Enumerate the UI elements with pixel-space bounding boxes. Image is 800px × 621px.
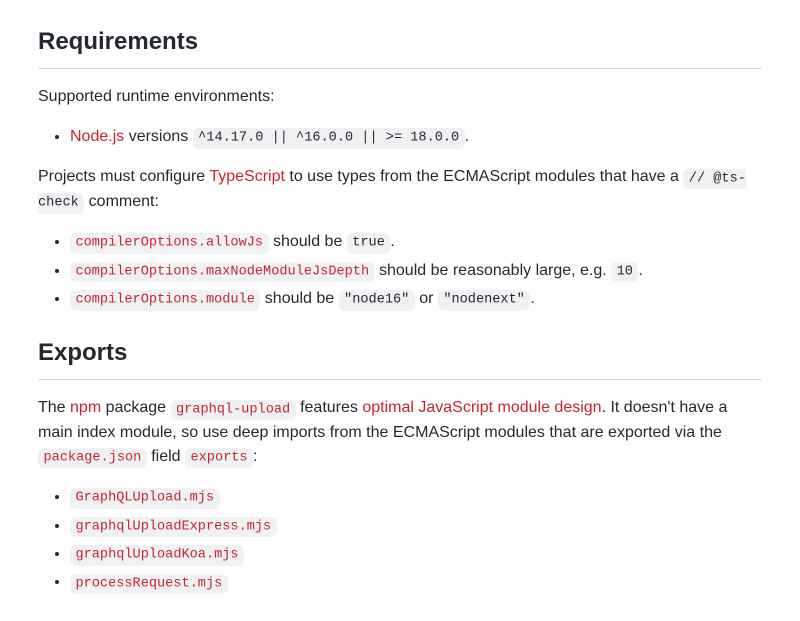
module-or: or — [415, 290, 438, 307]
module-item-graphqlupload: GraphQLUpload.mjs — [70, 485, 762, 509]
module-item-express: graphqlUploadExpress.mjs — [70, 514, 762, 538]
graphqlupload-link[interactable]: GraphQLUpload.mjs — [70, 488, 220, 505]
exp-mid2: features — [296, 399, 363, 416]
requirements-heading: Requirements — [38, 24, 762, 69]
ts-pre: Projects must configure — [38, 168, 209, 185]
module-tail: . — [530, 290, 534, 307]
design-link[interactable]: optimal JavaScript module design — [362, 399, 601, 416]
maxdepth-code: compilerOptions.maxNodeModuleJsDepth — [70, 262, 375, 282]
exp-tail: : — [253, 448, 257, 465]
versions-code: ^14.17.0 || ^16.0.0 || >= 18.0.0 — [193, 128, 465, 148]
runtime-list: Node.js versions ^14.17.0 || ^16.0.0 || … — [38, 125, 762, 149]
processrequest-link[interactable]: processRequest.mjs — [70, 573, 228, 590]
module-link[interactable]: compilerOptions.module — [70, 290, 260, 307]
true-code: true — [347, 233, 391, 253]
exp-mid1: package — [101, 399, 170, 416]
allowjs-code: compilerOptions.allowJs — [70, 233, 269, 253]
period: . — [465, 128, 469, 145]
exp-pre: The — [38, 399, 70, 416]
allowjs-mid: should be — [269, 233, 347, 250]
graphql-upload-link[interactable]: graphql-upload — [171, 399, 296, 416]
module-item-koa: graphqlUploadKoa.mjs — [70, 542, 762, 566]
compiler-options-list: compilerOptions.allowJs should be true. … — [38, 230, 762, 311]
nodenext-code: "nodenext" — [438, 290, 530, 310]
typescript-link[interactable]: TypeScript — [209, 168, 285, 185]
nodejs-link[interactable]: Node.js — [70, 128, 124, 145]
exports-field-link[interactable]: exports — [185, 448, 253, 465]
ts-post: to use types from the ECMAScript modules… — [285, 168, 683, 185]
packagejson-link[interactable]: package.json — [38, 448, 147, 465]
module-code: compilerOptions.module — [70, 290, 260, 310]
exports-description: The npm package graphql-upload features … — [38, 396, 762, 469]
exports-heading: Exports — [38, 335, 762, 380]
exports-code: exports — [185, 448, 253, 468]
compiler-option-maxdepth: compilerOptions.maxNodeModuleJsDepth sho… — [70, 259, 762, 283]
node16-code: "node16" — [339, 290, 415, 310]
compiler-option-allowjs: compilerOptions.allowJs should be true. — [70, 230, 762, 254]
npm-link[interactable]: npm — [70, 399, 101, 416]
graphql-upload-code: graphql-upload — [171, 400, 296, 420]
processrequest-code: processRequest.mjs — [70, 574, 228, 594]
graphqlupload-code: GraphQLUpload.mjs — [70, 488, 220, 508]
compiler-option-module: compilerOptions.module should be "node16… — [70, 287, 762, 311]
express-link[interactable]: graphqlUploadExpress.mjs — [70, 517, 277, 534]
packagejson-code: package.json — [38, 448, 147, 468]
module-mid: should be — [260, 290, 338, 307]
typescript-config-text: Projects must configure TypeScript to us… — [38, 165, 762, 214]
express-code: graphqlUploadExpress.mjs — [70, 517, 277, 537]
modules-list: GraphQLUpload.mjs graphqlUploadExpress.m… — [38, 485, 762, 595]
koa-link[interactable]: graphqlUploadKoa.mjs — [70, 545, 244, 562]
versions-label: versions — [124, 128, 192, 145]
module-item-processrequest: processRequest.mjs — [70, 570, 762, 594]
allowjs-tail: . — [390, 233, 394, 250]
ts-tail: comment: — [84, 193, 159, 210]
runtime-item-nodejs: Node.js versions ^14.17.0 || ^16.0.0 || … — [70, 125, 762, 149]
koa-code: graphqlUploadKoa.mjs — [70, 545, 244, 565]
ten-code: 10 — [611, 262, 638, 282]
maxdepth-link[interactable]: compilerOptions.maxNodeModuleJsDepth — [70, 262, 375, 279]
maxdepth-mid: should be reasonably large, e.g. — [375, 262, 612, 279]
exp-mid4: field — [147, 448, 185, 465]
maxdepth-tail: . — [638, 262, 642, 279]
supported-runtime-text: Supported runtime environments: — [38, 85, 762, 109]
allowjs-link[interactable]: compilerOptions.allowJs — [70, 233, 269, 250]
